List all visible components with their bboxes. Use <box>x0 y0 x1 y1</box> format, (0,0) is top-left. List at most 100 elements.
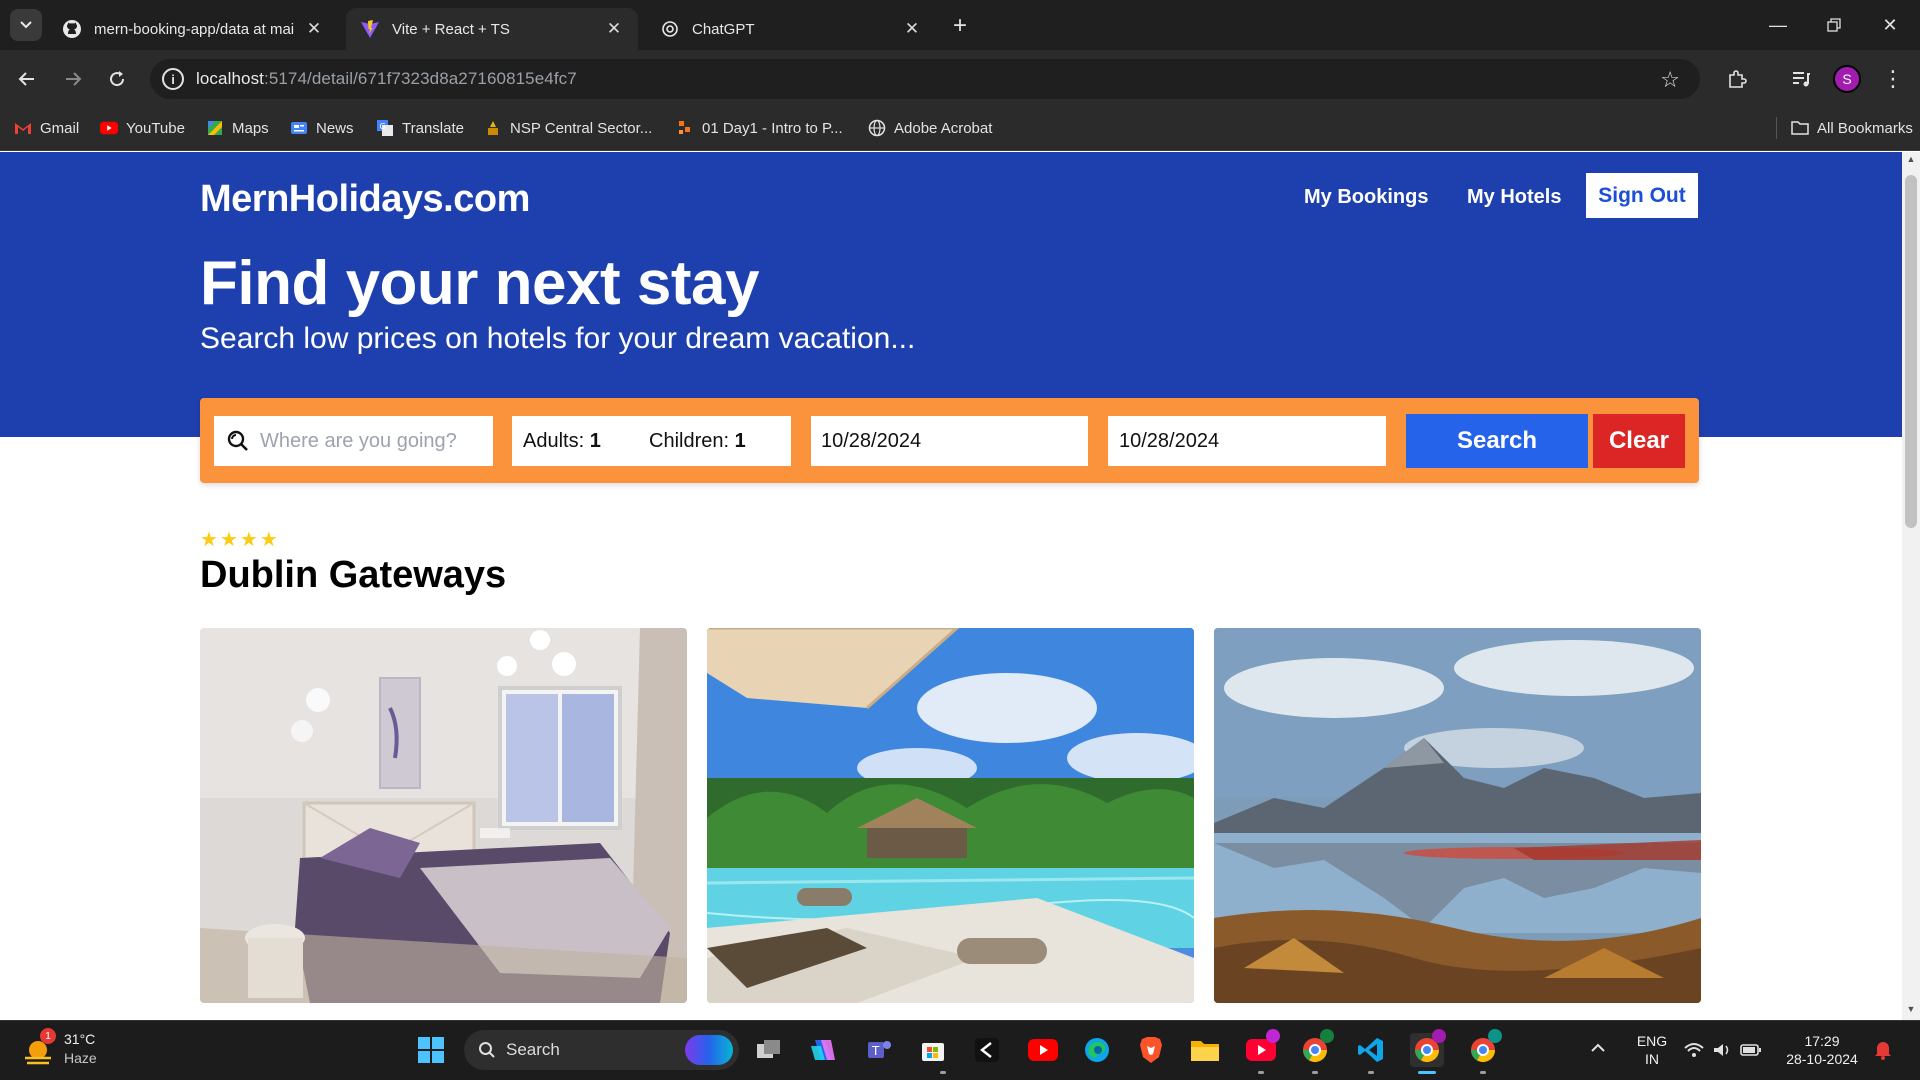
destination-input[interactable] <box>260 429 480 453</box>
translate-icon: G <box>376 119 394 137</box>
site-info-icon[interactable]: i <box>162 68 184 90</box>
profile-button[interactable]: S <box>1830 62 1864 96</box>
children-stepper[interactable]: Children: 1 <box>649 430 746 453</box>
close-tab-icon[interactable]: ✕ <box>902 19 922 39</box>
clock[interactable]: 17:29 28-10-2024 <box>1780 1032 1864 1068</box>
browser-menu-button[interactable]: ⋮ <box>1876 62 1910 96</box>
media-queue-icon <box>1793 72 1810 87</box>
tab-search-button[interactable] <box>10 9 42 41</box>
bookmark-news[interactable]: News <box>290 114 354 142</box>
adults-stepper[interactable]: Adults: 1 <box>523 430 649 453</box>
close-tab-icon[interactable]: ✕ <box>604 19 624 39</box>
star-rating: ★ ★ ★ ★ <box>200 530 278 550</box>
tab-chatgpt[interactable]: ChatGPT ✕ <box>646 8 936 50</box>
store-icon[interactable] <box>916 1033 950 1067</box>
reload-button[interactable] <box>100 62 134 96</box>
minimize-button[interactable]: — <box>1750 0 1806 50</box>
forward-button[interactable] <box>56 62 90 96</box>
page-scrollbar-thumb[interactable] <box>1905 175 1917 528</box>
bookmark-star-icon[interactable]: ☆ <box>1660 67 1680 93</box>
site-logo[interactable]: MernHolidays.com <box>200 178 530 221</box>
puzzle-icon <box>1729 70 1747 88</box>
taskbar-search-label: Search <box>506 1040 560 1059</box>
vscode-icon[interactable] <box>1354 1033 1388 1067</box>
new-tab-button[interactable]: + <box>944 10 976 42</box>
star-icon: ★ <box>239 529 258 551</box>
gmail-icon <box>14 119 32 137</box>
plus-icon: + <box>952 12 967 39</box>
news-icon <box>290 119 308 137</box>
chrome-active-icon[interactable] <box>1410 1029 1446 1067</box>
running-indicator <box>1480 1071 1486 1074</box>
tab-vite[interactable]: Vite + React + TS ✕ <box>346 8 638 50</box>
close-window-button[interactable]: ✕ <box>1862 0 1918 50</box>
scroll-down-arrow[interactable]: ▼ <box>1905 1004 1917 1014</box>
chrome-profile-l-icon[interactable] <box>1466 1029 1502 1067</box>
youtube-profile-app-icon[interactable] <box>1244 1029 1280 1067</box>
bookmark-day1[interactable]: 01 Day1 - Intro to P... <box>676 114 843 142</box>
check-in-date-input[interactable]: 10/28/2024 <box>811 416 1088 466</box>
extensions-button[interactable] <box>1720 62 1754 96</box>
search-form: Adults: 1 Children: 1 10/28/2024 10/28/2… <box>200 398 1699 483</box>
restore-button[interactable] <box>1806 0 1862 50</box>
destination-field[interactable] <box>214 416 493 466</box>
folder-icon <box>1791 119 1809 137</box>
page-viewport: MernHolidays.com My Bookings My Hotels S… <box>0 152 1902 1020</box>
sign-out-button[interactable]: Sign Out <box>1586 173 1698 218</box>
close-tab-icon[interactable]: ✕ <box>304 19 324 39</box>
tab-title: ChatGPT <box>692 20 755 38</box>
search-button[interactable]: Search <box>1406 414 1588 468</box>
dev-app-icon[interactable] <box>970 1033 1004 1067</box>
clear-button[interactable]: Clear <box>1593 414 1685 468</box>
browser-tab-strip: mern-booking-app/data at mai ✕ Vite + Re… <box>0 0 1920 50</box>
media-control-button[interactable] <box>1784 62 1818 96</box>
mountain-lake-photo <box>1214 628 1701 1003</box>
bookmark-nsp[interactable]: NSP Central Sector... <box>484 114 652 142</box>
copilot-icon[interactable] <box>806 1033 840 1067</box>
bookmark-gmail[interactable]: Gmail <box>14 114 79 142</box>
bookmark-translate[interactable]: G Translate <box>376 114 464 142</box>
clock-time: 17:29 <box>1804 1033 1840 1049</box>
teams-icon[interactable]: T <box>862 1033 896 1067</box>
youtube-app-icon[interactable] <box>1026 1033 1060 1067</box>
all-bookmarks-button[interactable]: All Bookmarks <box>1776 114 1913 142</box>
close-icon: ✕ <box>1882 14 1898 35</box>
windows-taskbar <box>0 1020 1920 1080</box>
back-button[interactable] <box>10 62 44 96</box>
weather-widget[interactable]: 1 31°C Haze <box>20 1028 110 1072</box>
chrome-profile-s-icon[interactable] <box>1298 1029 1334 1067</box>
taskbar-search[interactable]: Search <box>464 1030 739 1070</box>
github-icon <box>62 19 82 39</box>
nav-my-hotels[interactable]: My Hotels <box>1467 186 1561 209</box>
quick-settings-button[interactable] <box>1684 1038 1764 1062</box>
hero-header: MernHolidays.com My Bookings My Hotels S… <box>0 152 1902 437</box>
task-view-icon[interactable] <box>752 1033 786 1067</box>
youtube-icon <box>100 119 118 137</box>
bookmark-maps[interactable]: Maps <box>206 114 269 142</box>
hero-title: Find your next stay <box>200 249 759 318</box>
profile-badge-icon <box>1320 1029 1334 1043</box>
language-indicator[interactable]: ENG IN <box>1636 1032 1668 1068</box>
file-explorer-icon[interactable] <box>1188 1033 1222 1067</box>
check-in-value: 10/28/2024 <box>821 429 922 452</box>
bookmark-label: 01 Day1 - Intro to P... <box>702 119 843 137</box>
tab-github[interactable]: mern-booking-app/data at mai ✕ <box>48 8 338 50</box>
start-button[interactable] <box>414 1033 448 1067</box>
url-text[interactable]: localhost:5174/detail/671f7323d8a2716081… <box>196 69 577 89</box>
adults-value: 1 <box>589 429 601 452</box>
brave-icon[interactable] <box>1134 1033 1168 1067</box>
notifications-button[interactable] <box>1874 1040 1892 1065</box>
edge-icon[interactable] <box>1080 1033 1114 1067</box>
scroll-up-arrow[interactable]: ▲ <box>1905 154 1917 164</box>
show-hidden-icons-button[interactable] <box>1590 1040 1606 1058</box>
bookmark-adobe[interactable]: Adobe Acrobat <box>868 114 992 142</box>
hero-subtitle: Search low prices on hotels for your dre… <box>200 322 916 355</box>
check-out-date-input[interactable]: 10/28/2024 <box>1108 416 1386 466</box>
nav-my-bookings[interactable]: My Bookings <box>1304 186 1428 209</box>
emblem-icon <box>484 119 502 137</box>
profile-badge-icon <box>1488 1029 1502 1043</box>
weather-desc: Haze <box>64 1050 97 1066</box>
guests-field: Adults: 1 Children: 1 <box>512 416 791 466</box>
bookmark-youtube[interactable]: YouTube <box>100 114 185 142</box>
address-bar[interactable]: i localhost:5174/detail/671f7323d8a27160… <box>150 59 1700 99</box>
